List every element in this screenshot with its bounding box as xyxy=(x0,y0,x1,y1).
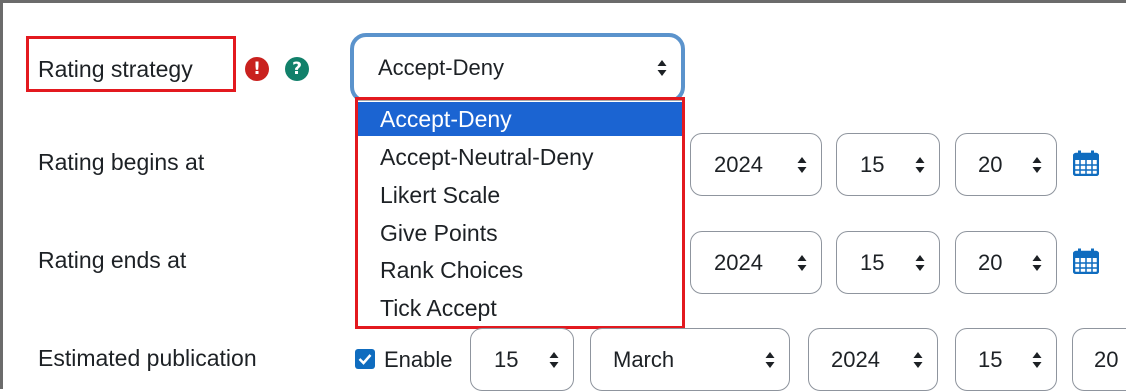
publication-year-value: 2024 xyxy=(831,346,880,372)
select-arrows-icon xyxy=(1032,254,1042,271)
rating-begins-minute-value: 20 xyxy=(978,151,1003,177)
rating-strategy-highlight xyxy=(26,36,236,92)
publication-hour-value: 15 xyxy=(978,346,1003,372)
rating-begins-year-value: 2024 xyxy=(714,151,763,177)
publication-year-select[interactable]: 2024 xyxy=(808,328,938,391)
select-arrows-icon xyxy=(915,254,925,271)
rating-ends-hour-select[interactable]: 15 xyxy=(836,231,940,294)
select-arrows-icon xyxy=(1032,156,1042,173)
dropdown-highlight xyxy=(355,97,685,329)
rating-ends-year-select[interactable]: 2024 xyxy=(690,231,822,294)
publication-day-select[interactable]: 15 xyxy=(470,328,574,391)
enable-checkbox[interactable] xyxy=(355,349,375,369)
rating-begins-hour-value: 15 xyxy=(860,151,885,177)
window-border-left xyxy=(0,0,3,389)
estimated-publication-label: Estimated publication xyxy=(38,345,257,371)
publication-month-value: March xyxy=(613,346,675,372)
calendar-icon[interactable] xyxy=(1073,248,1099,274)
rating-begins-label: Rating begins at xyxy=(38,149,205,175)
rating-strategy-select[interactable]: Accept-Deny xyxy=(350,33,685,103)
exclamation-circle-icon[interactable]: ! xyxy=(245,57,269,81)
question-circle-icon[interactable]: ? xyxy=(285,57,309,81)
checkmark-icon xyxy=(358,354,372,365)
rating-ends-minute-select[interactable]: 20 xyxy=(955,231,1057,294)
select-arrows-icon xyxy=(797,156,807,173)
calendar-icon[interactable] xyxy=(1073,150,1099,176)
publication-month-select[interactable]: March xyxy=(590,328,790,391)
select-arrows-icon xyxy=(1032,351,1042,368)
rating-ends-hour-value: 15 xyxy=(860,249,885,275)
rating-strategy-value: Accept-Deny xyxy=(378,55,504,80)
rating-begins-year-select[interactable]: 2024 xyxy=(690,133,822,196)
rating-ends-label: Rating ends at xyxy=(38,247,187,273)
window-border-top xyxy=(0,0,1126,3)
select-arrows-icon xyxy=(913,351,923,368)
select-arrows-icon xyxy=(797,254,807,271)
select-arrows-icon xyxy=(549,351,559,368)
publication-day-value: 15 xyxy=(494,346,519,372)
rating-ends-year-value: 2024 xyxy=(714,249,763,275)
enable-label: Enable xyxy=(384,347,453,372)
rating-begins-minute-select[interactable]: 20 xyxy=(955,133,1057,196)
publication-minute-value: 20 xyxy=(1094,346,1119,372)
select-arrows-icon xyxy=(765,351,775,368)
select-arrows-icon xyxy=(915,156,925,173)
publication-hour-select[interactable]: 15 xyxy=(955,328,1057,391)
select-arrows-icon xyxy=(657,60,667,76)
publication-minute-select[interactable]: 20 xyxy=(1072,328,1126,391)
rating-begins-hour-select[interactable]: 15 xyxy=(836,133,940,196)
rating-ends-minute-value: 20 xyxy=(978,249,1003,275)
